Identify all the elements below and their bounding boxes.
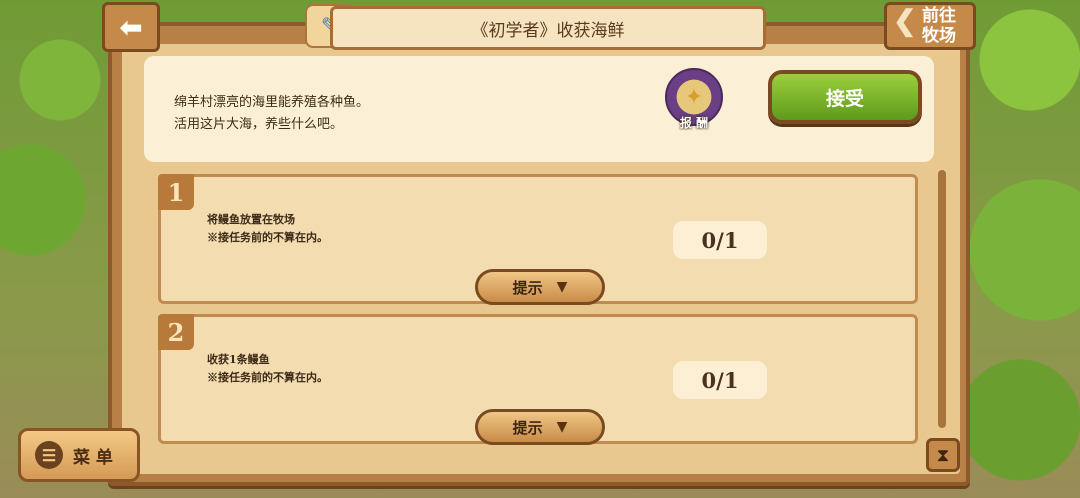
description-line-1: 绵羊村漂亮的海里能养殖各种鱼。 [174, 95, 370, 110]
task-line-1: 将鳗鱼放置在牧场 [207, 213, 295, 226]
go-to-ranch-label-1: 前往 [922, 6, 956, 26]
menu-icon: ☰ [35, 441, 63, 469]
task-card-1: 1 将鳗鱼放置在牧场 ※接任务前的不算在内。 0/1 提示 ▼ [158, 174, 918, 305]
hint-button[interactable]: 提示 ▼ [475, 409, 605, 445]
task-line-2: ※接任务前的不算在内。 [207, 371, 328, 384]
quest-description: 绵羊村漂亮的海里能养殖各种鱼。 活用这片大海，养些什么吧。 [174, 92, 369, 136]
task-progress: 0/1 [673, 361, 767, 399]
task-card-2: 2 收获1条鳗鱼 ※接任务前的不算在内。 0/1 提示 ▼ [158, 314, 918, 445]
hint-label: 提示 [512, 278, 543, 297]
triangle-down-icon: ▼ [556, 279, 568, 295]
quest-description-card: 绵羊村漂亮的海里能养殖各种鱼。 活用这片大海，养些什么吧。 ✦ 报 酬 接受 [144, 56, 934, 162]
reward-button[interactable]: ✦ 报 酬 [664, 68, 724, 138]
scrollbar[interactable] [938, 170, 946, 428]
task-progress: 0/1 [673, 221, 767, 259]
description-line-2: 活用这片大海，养些什么吧。 [174, 117, 344, 132]
reward-label: 报 酬 [679, 116, 709, 130]
accept-button[interactable]: 接受 [768, 70, 922, 124]
task-number: 1 [158, 174, 194, 210]
page-title: 《初学者》收获海鲜 [330, 6, 766, 50]
task-line-2: ※接任务前的不算在内。 [207, 231, 328, 244]
arrow-left-icon: ⬅ [119, 10, 143, 44]
task-number: 2 [158, 314, 194, 350]
triangle-down-icon: ▼ [556, 419, 568, 435]
hint-label: 提示 [512, 418, 543, 437]
back-button[interactable]: ⬅ [102, 2, 160, 52]
go-to-ranch-button[interactable]: ❮ 前往 牧场 [884, 2, 976, 50]
menu-label: 菜 单 [73, 447, 113, 468]
scroll-to-top-button[interactable]: ⧗ [926, 438, 960, 472]
task-description: 收获1条鳗鱼 ※接任务前的不算在内。 [207, 351, 328, 387]
hourglass-icon: ⧗ [936, 444, 950, 466]
menu-button[interactable]: ☰ 菜 单 [18, 428, 140, 482]
hint-button[interactable]: 提示 ▼ [475, 269, 605, 305]
go-to-ranch-label-2: 牧场 [922, 26, 956, 46]
chevron-left-icon: ❮ [893, 4, 917, 37]
task-line-1: 收获1条鳗鱼 [207, 353, 270, 366]
task-description: 将鳗鱼放置在牧场 ※接任务前的不算在内。 [207, 211, 328, 247]
